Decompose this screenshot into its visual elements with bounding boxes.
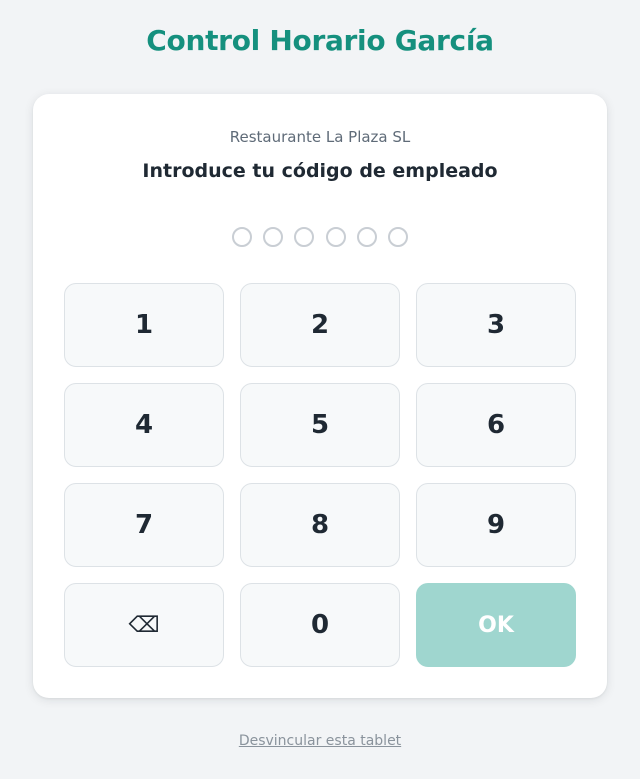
pin-prompt: Introduce tu código de empleado [142, 160, 498, 182]
pin-dot [325, 227, 346, 247]
key-8[interactable]: 8 [240, 483, 400, 567]
key-7[interactable]: 7 [64, 483, 224, 567]
keypad: 1 2 3 4 5 6 7 8 9 ⌫ 0 OK [64, 283, 576, 667]
pin-dot [294, 227, 315, 247]
key-1[interactable]: 1 [64, 283, 224, 367]
key-4[interactable]: 4 [64, 383, 224, 467]
key-9[interactable]: 9 [416, 483, 576, 567]
key-5[interactable]: 5 [240, 383, 400, 467]
backspace-icon: ⌫ [128, 612, 160, 638]
backspace-button[interactable]: ⌫ [64, 583, 224, 667]
ok-button[interactable]: OK [416, 583, 576, 667]
pin-indicator [232, 227, 408, 249]
key-2[interactable]: 2 [240, 283, 400, 367]
company-name: Restaurante La Plaza SL [229, 128, 411, 146]
pin-dot [356, 227, 377, 247]
app-title: Control Horario García [146, 24, 494, 57]
key-6[interactable]: 6 [416, 383, 576, 467]
key-0[interactable]: 0 [240, 583, 400, 667]
pin-card: Restaurante La Plaza SL Introduce tu cód… [33, 94, 607, 698]
pin-dot [232, 227, 252, 247]
pin-dot [263, 227, 284, 247]
unlink-tablet-link[interactable]: Desvincular esta tablet [0, 733, 640, 749]
key-3[interactable]: 3 [416, 283, 576, 367]
pin-dot [387, 227, 408, 247]
